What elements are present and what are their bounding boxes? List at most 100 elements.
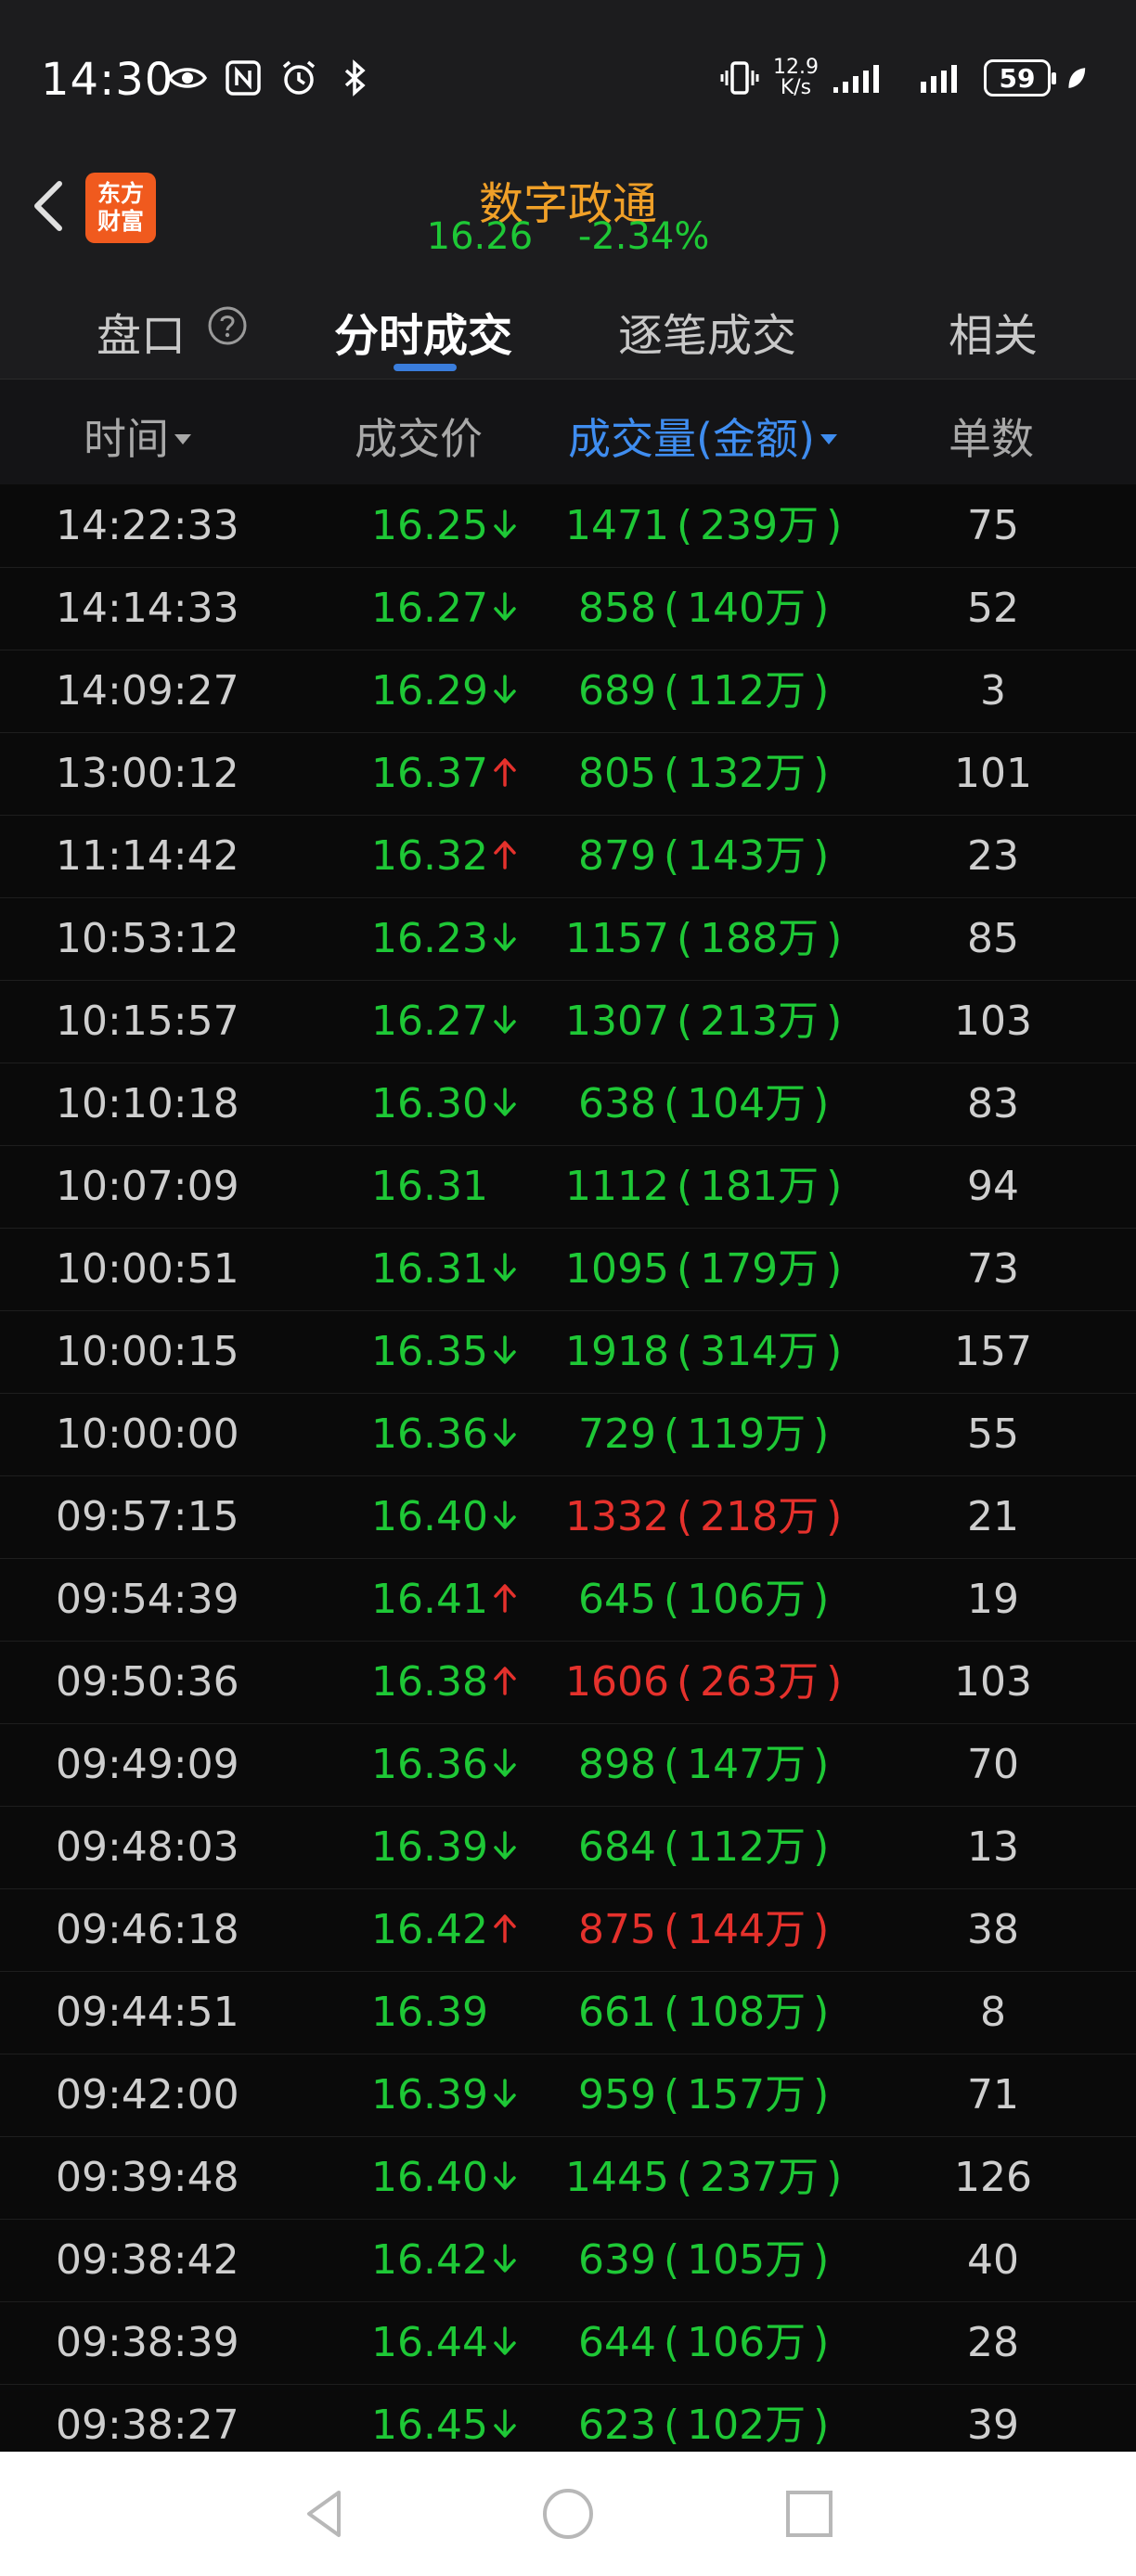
trade-amount-value: 108万 (687, 1989, 807, 2036)
trade-volume-value: 1606 (565, 1658, 669, 1706)
trade-count: 55 (967, 1410, 1019, 1458)
nav-recents-icon[interactable] (777, 2481, 842, 2546)
network-speed-unit: K/s (780, 76, 812, 99)
trade-count: 75 (967, 502, 1019, 549)
table-row[interactable]: 10:00:00 16.36 729(119万) 55 (0, 1393, 1136, 1476)
table-row[interactable]: 11:14:42 16.32 879(143万) 23 (0, 815, 1136, 898)
trade-volume-value: 1471 (565, 502, 669, 549)
help-icon[interactable] (206, 304, 249, 347)
trade-price: 16.39 (371, 1806, 518, 1888)
trade-amount-value: 144万 (687, 1906, 807, 1953)
trade-volume-value: 689 (578, 667, 656, 715)
leaf-icon (1068, 68, 1086, 88)
trade-amount-value: 112万 (687, 1823, 807, 1871)
trade-amount-value: 314万 (700, 1328, 820, 1375)
trade-price: 16.40 (371, 2136, 518, 2219)
trade-price: 16.32 (371, 815, 518, 897)
trade-price-value: 16.44 (371, 2319, 488, 2366)
arrow-down-icon (494, 2409, 516, 2438)
table-row[interactable]: 14:09:27 16.29 689(112万) 3 (0, 650, 1136, 733)
table-row[interactable]: 09:57:15 16.40 1332(218万) 21 (0, 1475, 1136, 1559)
trade-count: 38 (967, 1906, 1019, 1953)
network-speed: 12.9 K/s (773, 58, 819, 98)
column-header-volume-label: 成交量(金额) (568, 414, 815, 464)
trade-price: 16.44 (371, 2301, 518, 2384)
table-row[interactable]: 09:39:48 16.40 1445(237万) 126 (0, 2136, 1136, 2220)
table-row[interactable]: 10:00:51 16.31 1095(179万) 73 (0, 1228, 1136, 1311)
trade-price-value: 16.27 (371, 585, 488, 632)
trade-volume-value: 875 (578, 1906, 656, 1953)
trade-amount-value: 147万 (687, 1741, 807, 1788)
vibrate-icon (720, 61, 759, 95)
trade-volume-value: 684 (578, 1823, 656, 1871)
table-row[interactable]: 09:38:27 16.45 623(102万) 39 (0, 2384, 1136, 2452)
trade-price: 16.42 (371, 2219, 518, 2301)
trade-price: 16.29 (371, 650, 518, 732)
table-row[interactable]: 09:42:00 16.39 959(157万) 71 (0, 2054, 1136, 2137)
trade-list[interactable]: 14:22:33 16.25 1471(239万) 75 14:14:33 16.27 85… (0, 484, 1136, 2452)
trade-volume-value: 898 (578, 1741, 656, 1788)
table-row[interactable]: 10:53:12 16.23 1157(188万) 85 (0, 897, 1136, 981)
table-row[interactable]: 10:10:18 16.30 638(104万) 83 (0, 1063, 1136, 1146)
trade-amount-value: 104万 (687, 1080, 807, 1127)
tab-related[interactable]: 相关 (949, 299, 1038, 364)
tab-time-trades[interactable]: 分时成交 (334, 299, 512, 364)
nav-home-icon[interactable] (536, 2481, 600, 2546)
trade-count: 23 (967, 832, 1019, 880)
table-row[interactable]: 10:00:15 16.35 1918(314万) 157 (0, 1310, 1136, 1394)
table-row[interactable]: 10:15:57 16.27 1307(213万) 103 (0, 980, 1136, 1063)
table-row[interactable]: 09:44:51 16.39 661(108万) 8 (0, 1971, 1136, 2054)
table-row[interactable]: 09:46:18 16.42 875(144万) 38 (0, 1888, 1136, 1972)
table-row[interactable]: 13:00:12 16.37 805(132万) 101 (0, 732, 1136, 816)
tab-order-book[interactable]: 盘口 (97, 299, 186, 364)
table-row[interactable]: 09:38:42 16.42 639(105万) 40 (0, 2219, 1136, 2302)
trade-price: 16.45 (371, 2384, 518, 2452)
table-row[interactable]: 10:07:09 16.31 1112(181万) 94 (0, 1145, 1136, 1229)
table-row[interactable]: 09:54:39 16.41 645(106万) 19 (0, 1558, 1136, 1642)
table-row[interactable]: 09:38:39 16.44 644(106万) 28 (0, 2301, 1136, 2385)
column-header-time-label: 时间 (84, 414, 169, 464)
trade-time: 09:38:27 (56, 2402, 239, 2449)
tab-bar: 盘口 分时成交 逐笔成交 相关 (0, 278, 1136, 379)
trade-count: 8 (980, 1989, 1006, 2036)
trade-price-value: 16.39 (371, 2071, 488, 2119)
stock-quote: 16.26 -2.34% (0, 215, 1136, 258)
trade-price-value: 16.32 (371, 832, 488, 880)
nav-back-icon[interactable] (294, 2481, 359, 2546)
column-header-volume[interactable]: 成交量(金额) (568, 406, 837, 467)
trade-price: 16.25 (371, 484, 518, 567)
table-row[interactable]: 09:50:36 16.38 1606(263万) 103 (0, 1641, 1136, 1724)
arrow-down-icon (494, 922, 516, 951)
arrow-down-icon (494, 1501, 516, 1529)
arrow-down-icon (494, 592, 516, 621)
trade-count: 83 (967, 1080, 1019, 1127)
battery-indicator: 59 (984, 59, 1056, 97)
trade-volume-value: 1307 (565, 998, 669, 1045)
trade-price: 16.27 (371, 567, 518, 650)
arrow-down-icon (494, 1831, 516, 1860)
arrow-down-icon (494, 1005, 516, 1034)
arrow-down-icon (494, 1418, 516, 1447)
trade-price: 16.39 (371, 2054, 518, 2136)
trade-amount-value: 213万 (700, 998, 820, 1045)
table-header: 时间 成交价 成交量(金额) 单数 (0, 379, 1136, 485)
trade-amount-value: 143万 (687, 832, 807, 880)
column-header-time[interactable]: 时间 (84, 406, 191, 467)
trade-count: 103 (954, 1658, 1032, 1706)
trade-volume-value: 638 (578, 1080, 656, 1127)
trade-volume-value: 1157 (565, 915, 669, 962)
table-row[interactable]: 09:49:09 16.36 898(147万) 70 (0, 1723, 1136, 1807)
trade-amount-value: 237万 (700, 2154, 820, 2201)
trade-amount-value: 263万 (700, 1658, 820, 1706)
column-header-price: 成交价 (355, 414, 483, 464)
trade-price: 16.27 (371, 980, 518, 1063)
table-row[interactable]: 09:48:03 16.39 684(112万) 13 (0, 1806, 1136, 1889)
arrow-down-icon (494, 509, 516, 538)
trade-time: 10:07:09 (56, 1163, 239, 1210)
trade-volume-value: 623 (578, 2402, 656, 2449)
table-row[interactable]: 14:14:33 16.27 858(140万) 52 (0, 567, 1136, 650)
status-bar: 14:30 12.9 K/s 59 (0, 0, 1136, 167)
tab-tick-trades[interactable]: 逐笔成交 (618, 299, 796, 364)
table-row[interactable]: 14:22:33 16.25 1471(239万) 75 (0, 484, 1136, 568)
sort-caret-icon (820, 434, 837, 444)
